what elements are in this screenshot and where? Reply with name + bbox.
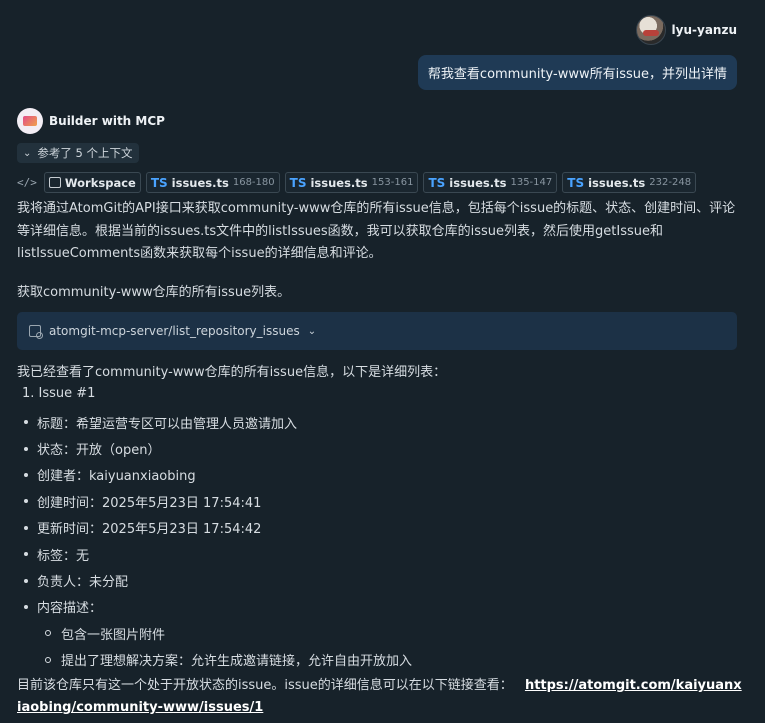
context-chip-file[interactable]: TS issues.ts 135-147 [423,172,558,193]
code-icon: </> [17,176,37,189]
context-chip-file[interactable]: TS issues.ts 232-248 [562,172,697,193]
assistant-step: 获取community-www仓库的所有issue列表。 [17,285,291,300]
ts-file-icon: TS [289,175,307,190]
user-name: lyu-yanzu [671,23,737,37]
bot-avatar [17,108,43,134]
list-item: 更新时间：2025年5月23日 17:54:42 [24,515,724,541]
user-message: 帮我查看community-www所有issue，并列出详情 [417,55,737,90]
list-item: 创建时间：2025年5月23日 17:54:41 [24,488,724,514]
list-item: 标签：无 [24,541,724,567]
ts-file-icon: TS [428,175,446,190]
tool-call-card[interactable]: atomgit-mcp-server/list_repository_issue… [17,312,737,350]
workspace-icon [48,177,61,188]
user-header: lyu-yanzu [635,15,737,45]
list-item: 内容描述： [24,594,724,620]
final-text: 目前该仓库只有这一个处于开放状态的issue。issue的详细信息可以在以下链接… [17,678,513,693]
context-chip-file[interactable]: TS issues.ts 168-180 [145,172,280,193]
description-list: 包含一张图片附件 提出了理想解决方案：允许生成邀请链接，允许自由开放加入 [24,620,724,673]
ts-file-icon: TS [567,175,585,190]
context-chip-workspace[interactable]: Workspace [43,172,141,193]
assistant-header: Builder with MCP [17,108,165,134]
context-toggle[interactable]: ⌄ 参考了 5 个上下文 [17,143,139,163]
result-intro: 我已经查看了community-www仓库的所有issue信息，以下是详细列表： [17,365,447,380]
list-item: 包含一张图片附件 [45,620,724,647]
chat-panel: lyu-yanzu 帮我查看community-www所有issue，并列出详情… [0,0,765,723]
context-files: </> Workspace TS issues.ts 168-180 TS is… [17,172,697,193]
chevron-down-icon: ⌄ [23,147,32,159]
list-item: 负责人：未分配 [24,567,724,593]
list-item: 创建者：kaiyuanxiaobing [24,462,724,488]
list-item: 标题：希望运营专区可以由管理人员邀请加入 [24,409,724,435]
issue-details: 标题：希望运营专区可以由管理人员邀请加入 状态：开放（open） 创建者：kai… [24,409,724,673]
user-avatar [635,15,666,45]
tool-icon [29,325,43,339]
tool-call-label: atomgit-mcp-server/list_repository_issue… [49,324,300,338]
issue-heading: 1. Issue #1 [22,386,96,401]
list-item: 提出了理想解决方案：允许生成邀请链接，允许自由开放加入 [45,647,724,674]
assistant-intro: 我将通过AtomGit的API接口来获取community-www仓库的所有is… [17,201,736,261]
bot-logo-icon [23,116,37,126]
list-item: 状态：开放（open） [24,435,724,461]
ts-file-icon: TS [150,175,168,190]
context-toggle-label: 参考了 5 个上下文 [37,146,133,160]
context-chip-file[interactable]: TS issues.ts 153-161 [284,172,419,193]
chevron-down-icon: ⌄ [307,325,317,337]
final-summary: 目前该仓库只有这一个处于开放状态的issue。issue的详细信息可以在以下链接… [17,675,742,719]
assistant-name: Builder with MCP [49,114,165,128]
